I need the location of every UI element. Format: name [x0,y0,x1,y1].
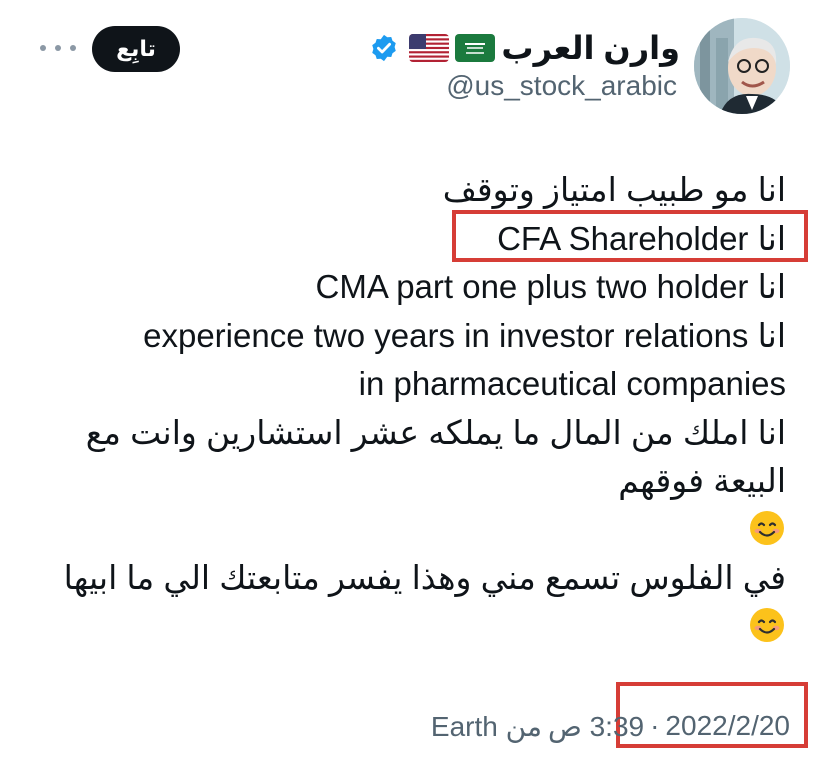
follow-button[interactable]: تابِع [92,26,180,72]
tweet-line: انا CMA part one plus two holder [315,268,786,305]
tweet-emoji-line [66,603,786,652]
author-name-row: وارن العرب [369,28,680,68]
tweet-line: البيعة فوقهم [618,462,786,499]
more-dot [55,45,61,51]
highlight-box-cfa [452,210,808,262]
tweet-line: in pharmaceutical companies [358,365,786,402]
meta-separator: · [650,710,660,741]
tweet-source: من Earth [430,710,542,742]
display-name[interactable]: وارن العرب [501,29,680,67]
more-dot [70,45,76,51]
avatar[interactable] [694,18,790,114]
tweet-line: انا مو طبيب امتياز وتوقف [442,171,786,208]
more-options-icon[interactable] [40,34,76,62]
author-handle[interactable]: @us_stock_arabic [446,70,677,102]
saudi-flag-icon [455,34,496,62]
smiling-face-icon [748,606,786,644]
smiling-face-icon [748,509,786,547]
more-dot [40,45,46,51]
tweet-line: انا experience two years in investor rel… [143,316,786,354]
tweet-emoji-line [66,506,786,555]
tweet-date[interactable]: 2022/2/20 [665,710,790,742]
us-flag-icon [409,34,450,62]
tweet-line: انا املك من المال ما يملكه عشر استشارين … [85,413,786,451]
tweet-time[interactable]: 3:39 ص [548,710,644,743]
tweet-line: في الفلوس تسمع مني وهذا يفسر متابعتك الي… [63,559,786,596]
tweet-meta: 2022/2/20 · 3:39 ص من Earth [431,706,790,746]
verified-badge-icon [369,33,399,63]
